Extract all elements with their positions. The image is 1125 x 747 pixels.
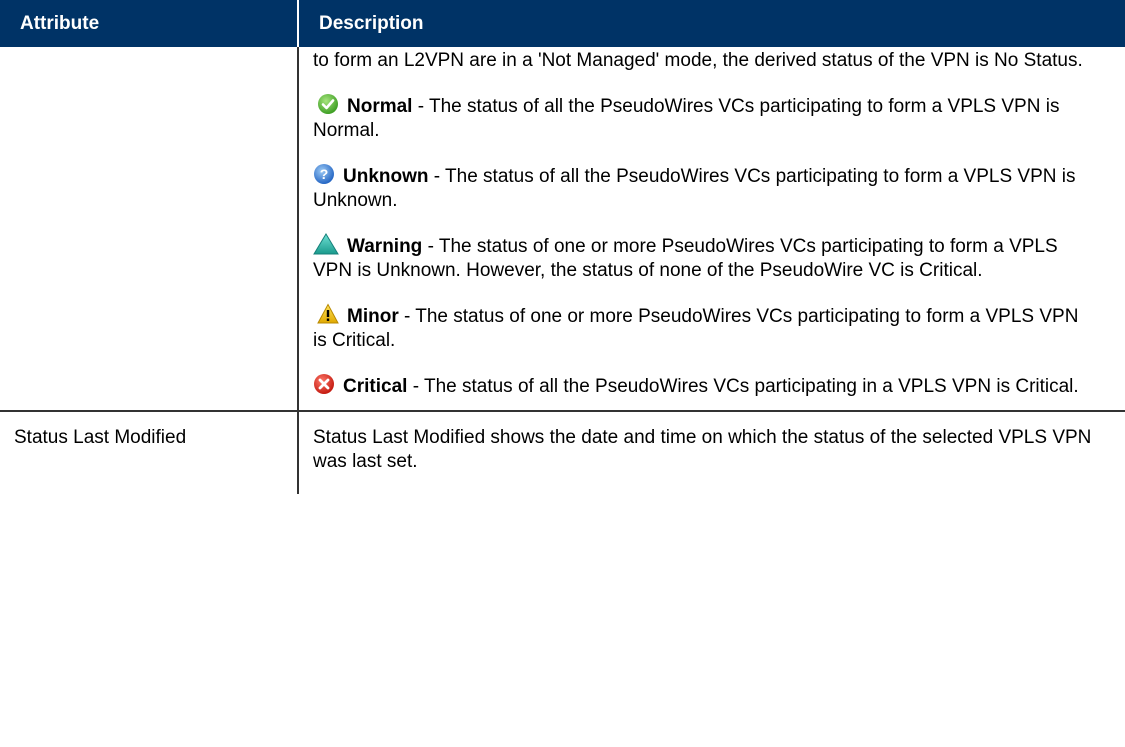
status-label-warning: Warning [347,236,423,257]
description-cell: to form an L2VPN are in a 'Not Managed' … [298,47,1125,412]
status-normal-paragraph: Normal - The status of all the PseudoWir… [313,93,1095,143]
status-text-critical: - The status of all the PseudoWires VCs … [407,376,1079,397]
unknown-question-icon: ? [313,163,335,185]
description-column-header: Description [298,0,1125,47]
attribute-cell: Status Last Modified [0,411,299,494]
critical-x-icon [313,373,335,395]
svg-text:?: ? [320,166,329,182]
description-paragraph: Status Last Modified shows the date and … [313,427,1092,472]
table-row: to form an L2VPN are in a 'Not Managed' … [0,47,1125,412]
table-row: Status Last Modified Status Last Modifie… [0,411,1125,494]
status-label-normal: Normal [347,96,413,117]
status-label-minor: Minor [347,306,399,327]
attribute-column-header: Attribute [0,0,299,47]
intro-paragraph: to form an L2VPN are in a 'Not Managed' … [313,50,1083,71]
status-warning-paragraph: Warning - The status of one or more Pseu… [313,233,1095,283]
status-label-critical: Critical [343,376,408,397]
status-unknown-paragraph: ? Unknown - The status of all the Pseudo… [313,163,1095,213]
normal-check-icon [317,93,339,115]
attribute-cell [0,47,299,412]
status-text-minor: - The status of one or more PseudoWires … [313,306,1079,351]
status-text-warning: - The status of one or more PseudoWires … [313,236,1058,281]
status-text-normal: - The status of all the PseudoWires VCs … [313,96,1060,141]
minor-alert-icon [317,303,339,325]
header-row: Attribute Description [0,0,1125,47]
warning-triangle-icon [313,233,339,255]
attribute-table: Attribute Description to form an L2VPN a… [0,0,1125,494]
status-minor-paragraph: Minor - The status of one or more Pseudo… [313,303,1095,353]
status-critical-paragraph: Critical - The status of all the PseudoW… [313,373,1095,399]
status-label-unknown: Unknown [343,166,429,187]
description-cell: Status Last Modified shows the date and … [298,411,1125,494]
